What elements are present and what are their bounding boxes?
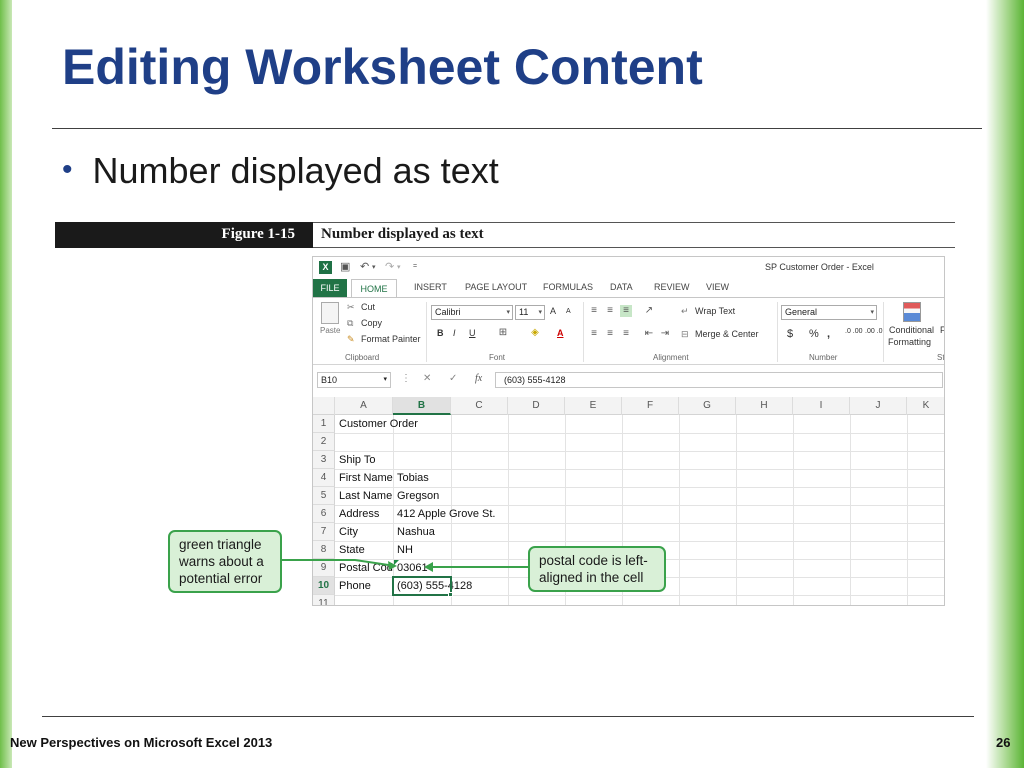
footer-divider [42, 716, 974, 717]
callout-arrows [282, 559, 528, 572]
page-number: 26 [996, 735, 1011, 750]
arrow-to-triangle-icon [282, 559, 397, 570]
arrow-to-postal-code-icon [424, 562, 528, 572]
footer-title: New Perspectives on Microsoft Excel 2013 [10, 735, 273, 750]
